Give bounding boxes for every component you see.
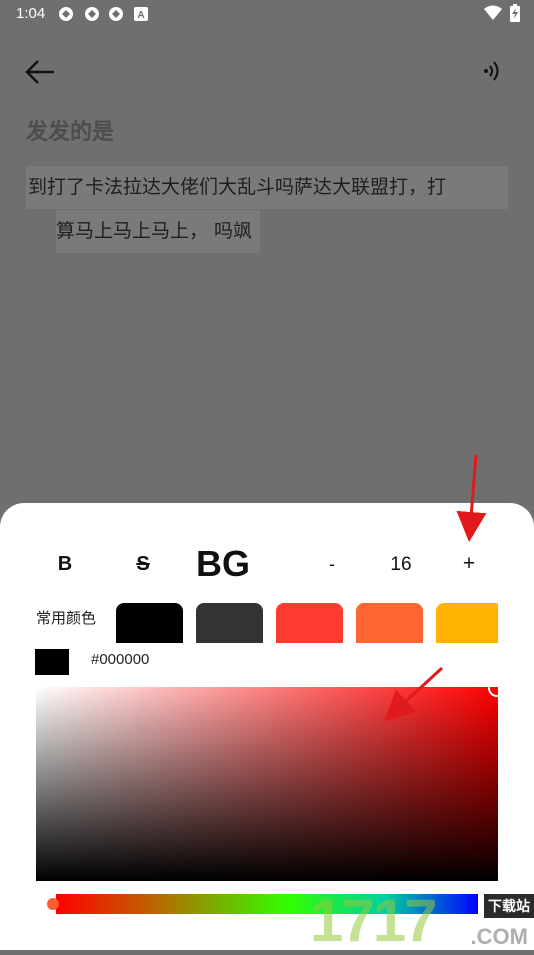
vpn-app-icon (59, 7, 73, 21)
current-color-preview (35, 649, 69, 675)
color-swatch[interactable] (276, 603, 343, 643)
font-size-decrease-button[interactable]: - (318, 554, 346, 575)
common-colors-label: 常用颜色 (36, 609, 97, 627)
saturation-value-handle[interactable] (488, 679, 506, 697)
document-title: 发发的是 (26, 120, 115, 145)
vpn-app-icon (109, 7, 123, 21)
hue-slider-handle[interactable] (47, 898, 59, 910)
font-size-increase-button[interactable]: + (455, 552, 483, 576)
background-color-button[interactable]: BG (190, 543, 256, 585)
status-bar: 1:04 A (0, 0, 534, 28)
document-body[interactable]: 到打了卡法拉达大佬们大乱斗吗萨达大联盟打，打 算马上马上马上， 吗飒 (26, 166, 508, 253)
status-right-group (484, 4, 520, 22)
bold-button[interactable]: B (50, 553, 80, 576)
color-swatch[interactable] (116, 603, 183, 643)
wifi-icon (484, 5, 502, 20)
watermark-digits: 1717 (310, 887, 437, 954)
a-box-icon: A (134, 7, 148, 21)
vpn-app-icon (85, 7, 99, 21)
status-time: 1:04 (16, 5, 46, 22)
current-color-hex: #000000 (91, 651, 150, 668)
saturation-value-picker[interactable] (36, 679, 506, 881)
site-watermark: 1717 .COM 下载站 (300, 884, 534, 954)
watermark-site-label: 下载站 (484, 894, 534, 918)
svg-text:A: A (137, 10, 144, 21)
strikethrough-button[interactable]: S (128, 553, 158, 576)
battery-charging-icon (510, 4, 520, 22)
font-size-value: 16 (390, 554, 412, 575)
color-swatch[interactable] (196, 603, 263, 643)
common-colors-row (116, 603, 498, 643)
arrow-left-icon[interactable] (22, 56, 58, 88)
color-swatch[interactable] (436, 603, 498, 643)
watermark-suffix: .COM (470, 924, 528, 949)
text-to-speech-icon[interactable] (480, 58, 504, 84)
color-swatch[interactable] (356, 603, 423, 643)
format-bottom-sheet: B S BG - 16 + 常用颜色 #000000 (0, 503, 534, 950)
document-text-line: 到打了卡法拉达大佬们大乱斗吗萨达大联盟打，打 (26, 166, 508, 209)
app-bar (0, 50, 534, 94)
document-text-line: 算马上马上马上， 吗飒 (56, 210, 261, 253)
